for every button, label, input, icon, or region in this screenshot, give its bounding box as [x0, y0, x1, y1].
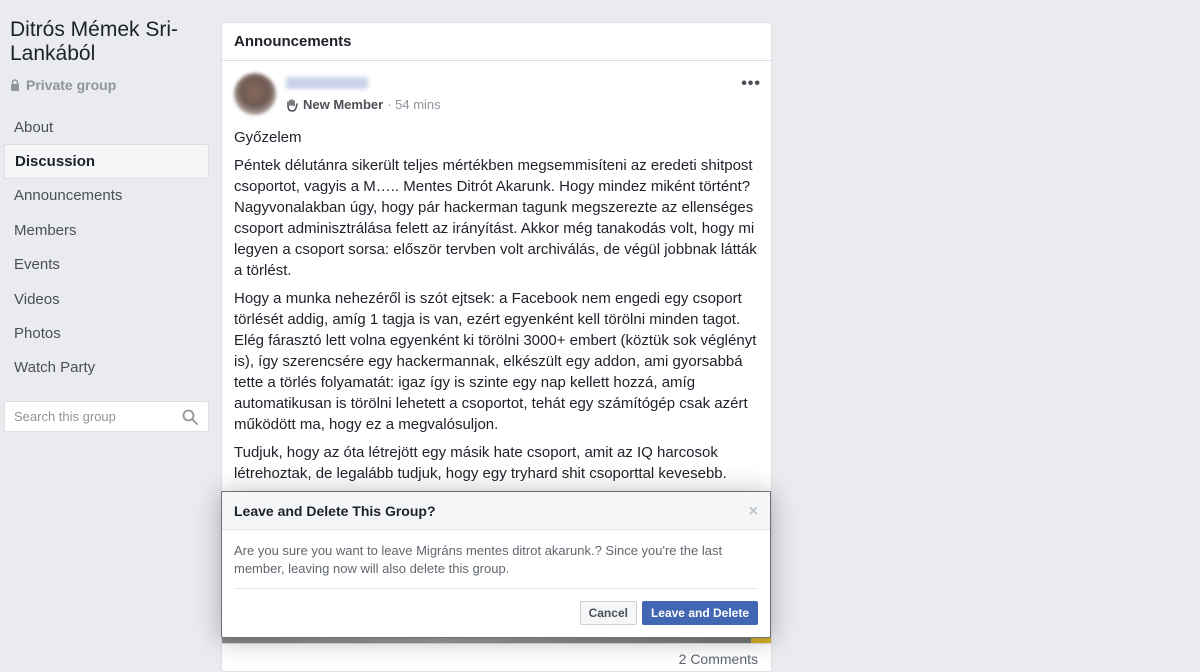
- post-meta: New Member · 54 mins: [285, 97, 441, 112]
- waving-hand-icon: [287, 98, 298, 112]
- group-name[interactable]: Ditrós Mémek Sri-Lankából: [10, 18, 210, 66]
- comments-count-link[interactable]: 2 Comments: [679, 651, 758, 667]
- nav-item-events[interactable]: Events: [4, 248, 209, 282]
- nav-item-photos[interactable]: Photos: [4, 316, 209, 350]
- post-paragraph: Hogy a munka nehezéről is szót ejtsek: a…: [234, 290, 757, 433]
- group-nav: About Discussion Announcements Members E…: [4, 110, 209, 385]
- comments-row: 2 Comments: [222, 643, 771, 671]
- close-icon[interactable]: ×: [749, 503, 758, 521]
- nav-item-discussion[interactable]: Discussion: [4, 144, 209, 179]
- lock-icon: [11, 79, 19, 91]
- leave-and-delete-button[interactable]: Leave and Delete: [641, 601, 758, 625]
- cancel-button[interactable]: Cancel: [579, 601, 637, 625]
- nav-item-members[interactable]: Members: [4, 213, 209, 247]
- post-paragraph: Tudjuk, hogy az óta létrejött egy másik …: [234, 444, 727, 482]
- dialog-divider: [234, 588, 758, 589]
- nav-item-announcements[interactable]: Announcements: [4, 179, 209, 213]
- nav-item-videos[interactable]: Videos: [4, 282, 209, 316]
- dialog-message: Are you sure you want to leave Migráns m…: [234, 543, 723, 576]
- group-search-input[interactable]: [14, 409, 174, 424]
- group-search-box: [4, 401, 209, 432]
- nav-item-watch-party[interactable]: Watch Party: [4, 351, 209, 385]
- author-name-redacted[interactable]: [286, 77, 368, 89]
- dialog-footer: Cancel Leave and Delete: [579, 601, 758, 625]
- privacy-label: Private group: [26, 77, 117, 93]
- author-avatar[interactable]: [234, 73, 276, 115]
- more-options-icon[interactable]: •••: [741, 75, 761, 93]
- search-icon[interactable]: [182, 409, 198, 425]
- post-body: Győzelem Péntek délutánra sikerült telje…: [234, 127, 764, 491]
- nav-item-about[interactable]: About: [4, 110, 209, 144]
- new-member-badge[interactable]: New Member: [303, 97, 383, 112]
- card-title: Announcements: [222, 23, 771, 61]
- post-paragraph: Péntek délutánra sikerült teljes mértékb…: [234, 157, 757, 279]
- post-timestamp[interactable]: · 54 mins: [387, 97, 440, 112]
- post-paragraph: Győzelem: [234, 129, 302, 146]
- dialog-title: Leave and Delete This Group?: [234, 502, 436, 519]
- dialog-header: Leave and Delete This Group? ×: [222, 492, 770, 530]
- group-privacy: Private group: [10, 77, 116, 93]
- leave-delete-dialog: Leave and Delete This Group? × Are you s…: [221, 491, 771, 638]
